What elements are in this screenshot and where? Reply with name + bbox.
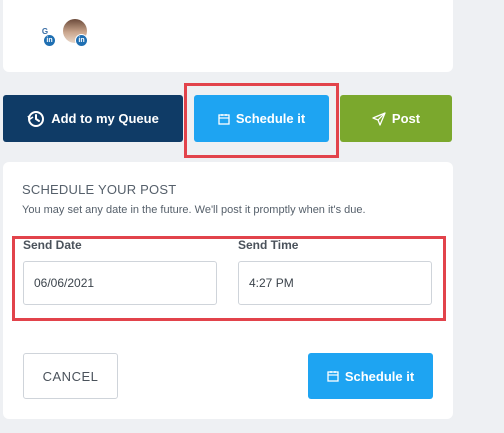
post-label: Post: [391, 111, 421, 126]
schedule-submit-button[interactable]: Schedule it: [308, 353, 433, 399]
send-date-label: Send Date: [23, 238, 82, 252]
send-date-field[interactable]: [23, 261, 217, 305]
schedule-title: SCHEDULE YOUR POST: [22, 182, 177, 197]
schedule-it-button[interactable]: Schedule it: [194, 95, 329, 142]
post-button[interactable]: Post: [340, 95, 452, 142]
linkedin-icon: in: [43, 34, 56, 47]
send-icon: [372, 111, 386, 126]
add-to-queue-button[interactable]: Add to my Queue: [3, 95, 183, 142]
send-time-field[interactable]: [238, 261, 432, 305]
send-time-label: Send Time: [238, 238, 299, 252]
linkedin-icon: in: [75, 34, 88, 47]
add-to-queue-label: Add to my Queue: [51, 111, 159, 126]
calendar-icon: [218, 113, 230, 125]
queue-icon: [27, 110, 45, 128]
schedule-description: You may set any date in the future. We'l…: [22, 204, 366, 216]
calendar-icon: [327, 370, 339, 382]
schedule-it-label: Schedule it: [235, 111, 306, 126]
profile-avatars: G in in: [33, 19, 93, 47]
schedule-submit-label: Schedule it: [344, 368, 415, 384]
cancel-button[interactable]: CANCEL: [23, 353, 118, 399]
